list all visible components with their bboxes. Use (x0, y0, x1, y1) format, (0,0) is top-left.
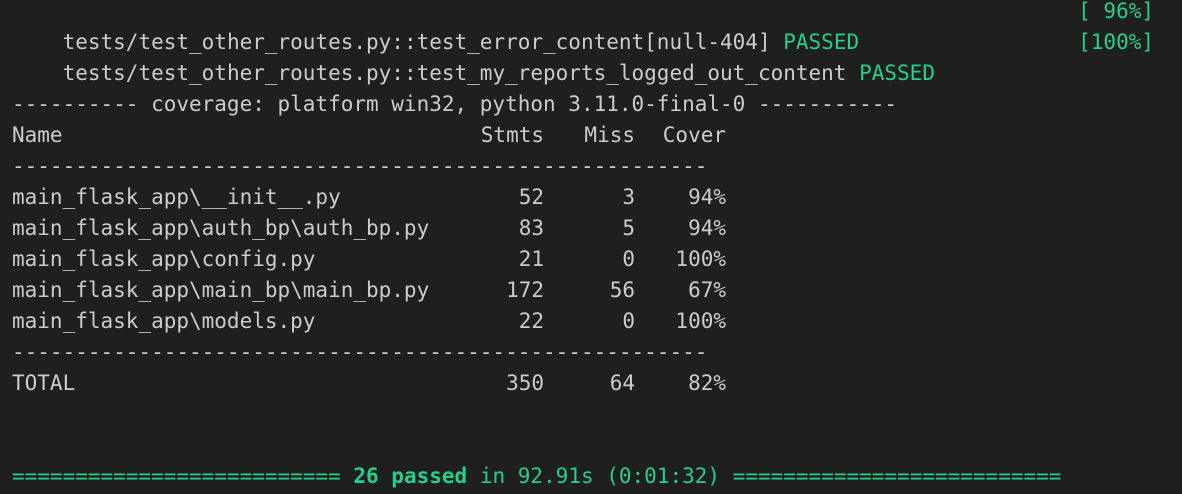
test-name: tests/test_other_routes.py::test_my_repo… (62, 61, 847, 85)
test-progress: [ 96%] (1078, 0, 1154, 23)
column-header-miss: Miss (584, 123, 635, 147)
row-stmts: 172 (506, 278, 544, 302)
row-cover: 100% (675, 309, 726, 333)
test-result-line: tests/test_other_routes.py::test_error_c… (12, 0, 860, 54)
summary-rule-left: ========================== (12, 464, 354, 488)
column-header-stmts: Stmts (480, 123, 544, 147)
test-result-line: tests/test_other_routes.py::test_my_repo… (12, 27, 935, 85)
coverage-total-row: TOTAL 350 64 82% (12, 368, 732, 399)
total-cover: 82% (688, 371, 726, 395)
row-miss: 0 (622, 247, 635, 271)
total-label: TOTAL (12, 371, 76, 395)
coverage-column-headers: Name Stmts Miss Cover (12, 120, 732, 151)
terminal-output[interactable]: tests/test_other_routes.py::test_error_c… (12, 0, 1172, 494)
total-miss: 64 (609, 371, 635, 395)
row-file-name: main_flask_app\auth_bp\auth_bp.py (12, 216, 430, 240)
row-file-name: main_flask_app\models.py (12, 309, 316, 333)
row-miss: 56 (609, 278, 635, 302)
row-miss: 5 (622, 216, 635, 240)
test-status: PASSED (859, 61, 935, 85)
pytest-summary-line: ========================== 26 passed in … (12, 461, 1061, 492)
row-cover: 100% (675, 247, 726, 271)
test-progress: [100%] (1078, 30, 1154, 54)
row-stmts: 52 (518, 185, 544, 209)
column-header-name: Name (12, 123, 63, 147)
row-cover: 67% (688, 278, 726, 302)
coverage-row: main_flask_app\config.py 21 0 100% (12, 244, 732, 275)
row-file-name: main_flask_app\__init__.py (12, 185, 341, 209)
row-miss: 3 (622, 185, 635, 209)
row-cover: 94% (688, 216, 726, 240)
summary-duration: in 92.91s (0:01:32) (467, 464, 733, 488)
row-file-name: main_flask_app\config.py (12, 247, 316, 271)
column-header-cover: Cover (662, 123, 726, 147)
coverage-row: main_flask_app\main_bp\main_bp.py 172 56… (12, 275, 732, 306)
coverage-separator: ----------------------------------------… (12, 154, 708, 178)
total-stmts: 350 (506, 371, 544, 395)
row-miss: 0 (622, 309, 635, 333)
coverage-row: main_flask_app\auth_bp\auth_bp.py 83 5 9… (12, 213, 732, 244)
coverage-header: ---------- coverage: platform win32, pyt… (12, 92, 898, 116)
row-file-name: main_flask_app\main_bp\main_bp.py (12, 278, 430, 302)
row-stmts: 21 (518, 247, 544, 271)
coverage-row: main_flask_app\__init__.py 52 3 94% (12, 182, 732, 213)
summary-rule-right: ========================== (732, 464, 1062, 488)
coverage-row: main_flask_app\models.py 22 0 100% (12, 306, 732, 337)
summary-passed-count: 26 passed (353, 464, 468, 488)
row-stmts: 83 (518, 216, 544, 240)
row-cover: 94% (688, 185, 726, 209)
coverage-separator: ----------------------------------------… (12, 340, 708, 364)
row-stmts: 22 (518, 309, 544, 333)
